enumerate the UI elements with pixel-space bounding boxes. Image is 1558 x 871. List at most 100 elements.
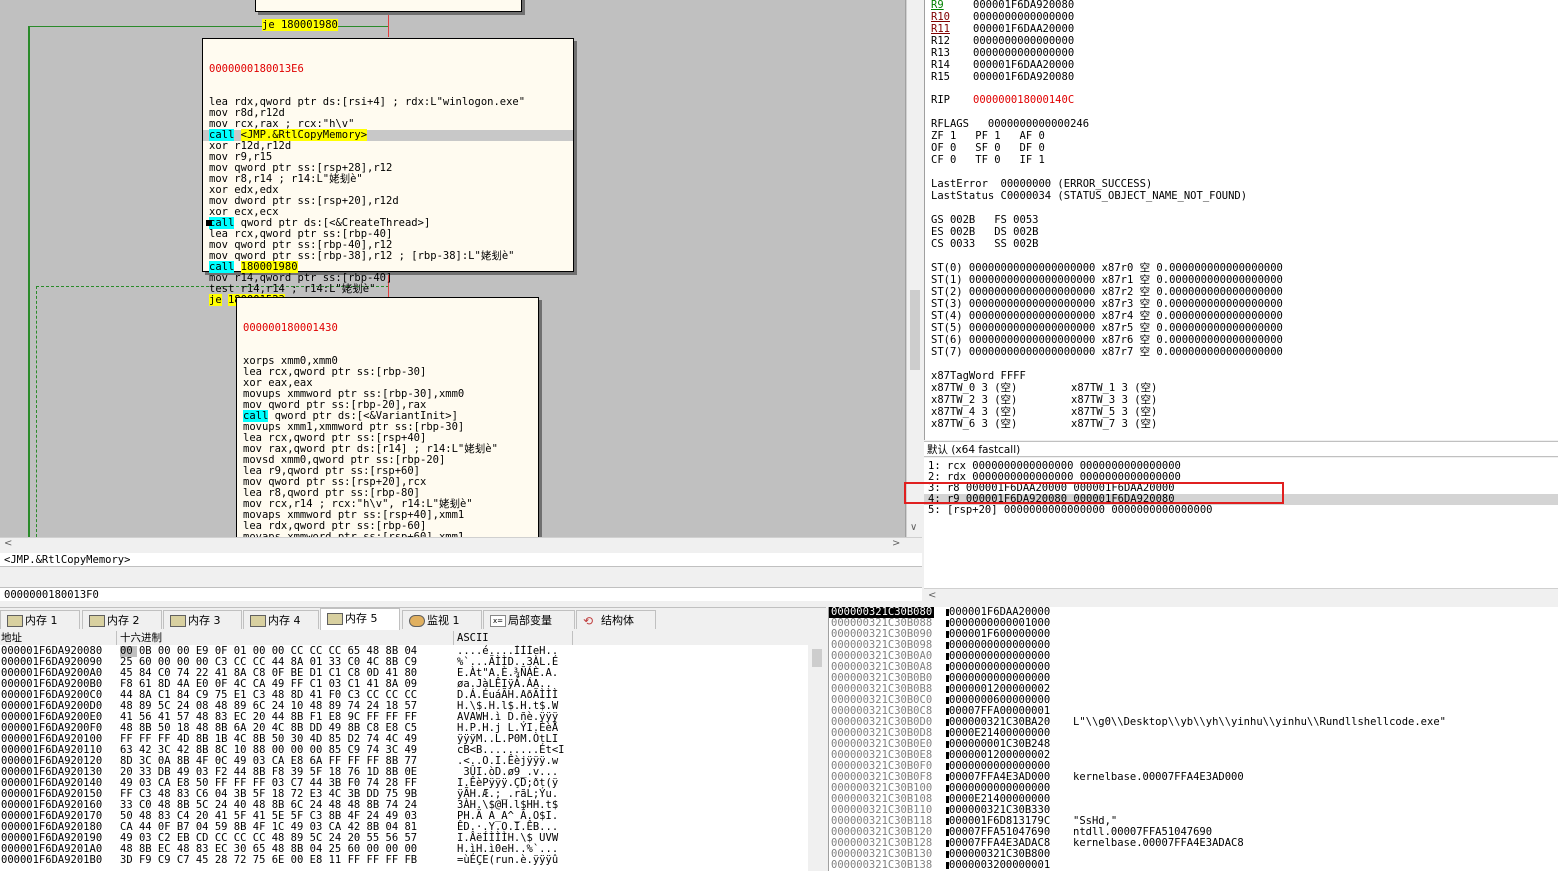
stack-row[interactable]: 000000321C30B0E0 000000001C30B248 bbox=[829, 739, 1558, 750]
stack-row[interactable]: 000000321C30B0B0 0000000000000000 bbox=[829, 673, 1558, 684]
stack-row[interactable]: 000000321C30B098 0000000000000000 bbox=[829, 640, 1558, 651]
code-block-top[interactable]: je 180001980 bbox=[255, 0, 522, 31]
register-r11[interactable]: R11 000001F6DAA20000 bbox=[931, 23, 1074, 35]
register-value[interactable]: 0000000000000000 bbox=[973, 47, 1074, 59]
x87-tag[interactable]: x87TW_7 3 (空) bbox=[1071, 418, 1157, 430]
registers-pane[interactable]: R9 000001F6DA920080 R10 0000000000000000 R11… bbox=[924, 0, 1558, 440]
x87-tagword[interactable]: x87TagWord FFFF bbox=[931, 370, 1026, 382]
register-r9[interactable]: R9 000001F6DA920080 bbox=[931, 0, 1074, 11]
memory-icon bbox=[89, 615, 105, 627]
column-divider[interactable] bbox=[116, 631, 117, 645]
stack-row[interactable]: 000000321C30B0C0 0000000600000000 bbox=[829, 695, 1558, 706]
register-value[interactable]: 000001F6DA920080 bbox=[973, 0, 1074, 11]
dump-address: 000001F6DA9201B0 bbox=[1, 854, 103, 866]
code-block-1[interactable]: 0000000180013E6 lea rdx,qword ptr ds:[rs… bbox=[202, 38, 574, 306]
tab-4[interactable]: 内存 4 bbox=[243, 610, 319, 629]
register-value[interactable]: 000001F6DA920080 bbox=[973, 71, 1074, 83]
column-divider[interactable] bbox=[572, 631, 573, 645]
scroll-down-icon[interactable]: ∨ bbox=[910, 522, 917, 533]
x87-tag[interactable]: x87TW_0 3 (空) bbox=[931, 382, 1017, 394]
register-value[interactable]: 0000000000000000 bbox=[973, 35, 1074, 47]
args-horizontal-scrollbar[interactable]: < bbox=[924, 588, 1558, 604]
dump-hex-bytes[interactable]: 3D F9 C9 C7 45 28 72 75 6E 00 E8 11 FF F… bbox=[120, 855, 417, 866]
register-r10[interactable]: R10 0000000000000000 bbox=[931, 11, 1074, 23]
stack-row[interactable]: 000000321C30B110 000000321C30B330 bbox=[829, 805, 1558, 816]
register-value[interactable]: 000001F6DAA20000 bbox=[973, 23, 1074, 35]
rflags-register[interactable]: RFLAGS 0000000000000246 bbox=[931, 118, 1089, 130]
tab-7[interactable]: x= 局部变量 bbox=[483, 610, 575, 629]
calling-convention-label[interactable]: 默认 (x64 fastcall) bbox=[924, 441, 1558, 457]
fpu-register-st3[interactable]: ST(3) 00000000000000000000 x87r3 空 0.000… bbox=[931, 298, 1283, 310]
stack-row[interactable]: 000000321C30B090 000001F600000000 bbox=[829, 629, 1558, 640]
fpu-register-st6[interactable]: ST(6) 00000000000000000000 x87r6 空 0.000… bbox=[931, 334, 1283, 346]
breakpoint-icon[interactable] bbox=[206, 220, 212, 226]
register-r14[interactable]: R14 000001F6DAA20000 bbox=[931, 59, 1074, 71]
scroll-left-icon[interactable]: < bbox=[928, 590, 936, 601]
register-r12[interactable]: R12 0000000000000000 bbox=[931, 35, 1074, 47]
register-rip[interactable]: RIP 000000018000140C bbox=[931, 94, 1074, 106]
graph-horizontal-scrollbar[interactable]: < > bbox=[0, 537, 922, 552]
column-divider[interactable] bbox=[453, 631, 454, 645]
fpu-register-st2[interactable]: ST(2) 00000000000000000000 x87r2 空 0.000… bbox=[931, 286, 1283, 298]
graph-vertical-scrollbar[interactable]: ∨ bbox=[906, 0, 923, 537]
tab-8[interactable]: ⟲ 结构体 bbox=[576, 610, 656, 629]
stack-row[interactable]: 000000321C30B100 0000000000000000 bbox=[829, 783, 1558, 794]
x87-tag[interactable]: x87TW_6 3 (空) bbox=[931, 418, 1017, 430]
register-value[interactable]: 000001F6DAA20000 bbox=[973, 59, 1074, 71]
tab-5[interactable]: 内存 5 bbox=[320, 608, 400, 630]
x87-tag[interactable]: x87TW_4 3 (空) bbox=[931, 406, 1017, 418]
stack-row[interactable]: 000000321C30B108 0000E21400000000 bbox=[829, 794, 1558, 805]
stack-row[interactable]: 000000321C30B138 0000003200000001 bbox=[829, 860, 1558, 871]
register-value[interactable]: 0000000000000000 bbox=[973, 11, 1074, 23]
x87-tag[interactable]: x87TW_3 3 (空) bbox=[1071, 394, 1157, 406]
stack-value[interactable]: 0000003200000001 bbox=[949, 860, 1050, 871]
flags-row[interactable]: OF 0 SF 0 DF 0 bbox=[931, 142, 1045, 154]
stack-row[interactable]: 000000321C30B130 000000321C30B800 bbox=[829, 849, 1558, 860]
stack-row[interactable]: 000000321C30B0D8 0000E21400000000 bbox=[829, 728, 1558, 739]
last-status[interactable]: LastStatus C0000034 (STATUS_OBJECT_NAME_… bbox=[931, 190, 1247, 202]
segment-registers-row[interactable]: ES 002B DS 002B bbox=[931, 226, 1038, 238]
tab-1[interactable]: 内存 1 bbox=[0, 610, 80, 629]
stack-row[interactable]: 000000321C30B080 000001F6DAA20000 bbox=[829, 607, 1558, 618]
fpu-register-st0[interactable]: ST(0) 00000000000000000000 x87r0 空 0.000… bbox=[931, 262, 1283, 274]
last-error[interactable]: LastError 00000000 (ERROR_SUCCESS) bbox=[931, 178, 1152, 190]
flags-row[interactable]: ZF 1 PF 1 AF 0 bbox=[931, 130, 1045, 142]
tab-3[interactable]: 内存 3 bbox=[163, 610, 242, 629]
stack-row[interactable]: 000000321C30B0A0 0000000000000000 bbox=[829, 651, 1558, 662]
scroll-left-icon[interactable]: < bbox=[4, 538, 12, 549]
graph-view[interactable]: je 180001980 0000000180013E6 lea rdx,qwo… bbox=[0, 0, 906, 537]
scroll-right-icon[interactable]: > bbox=[892, 538, 900, 549]
stack-row[interactable]: 000000321C30B128 00007FFA4E3ADAC8 kernelba… bbox=[829, 838, 1558, 849]
call-arg-row[interactable]: 5: [rsp+20] 0000000000000000 00000000000… bbox=[928, 505, 1212, 516]
dump-ascii[interactable]: =ùÉÇE(run.è.ÿÿÿû bbox=[457, 855, 558, 866]
dump-vertical-scrollbar[interactable] bbox=[808, 645, 826, 871]
x87-tag[interactable]: x87TW_1 3 (空) bbox=[1071, 382, 1157, 394]
stack-row[interactable]: 000000321C30B0A8 0000000000000000 bbox=[829, 662, 1558, 673]
memory-dump[interactable]: 000001F6DA920080 00 0B 00 00 E9 0F 01 00 … bbox=[0, 645, 826, 871]
stack-row[interactable]: 000000321C30B088 0000000000001000 bbox=[829, 618, 1558, 629]
dump-row[interactable]: 000001F6DA9201B0 3D F9 C9 C7 45 28 72 75 … bbox=[0, 855, 826, 866]
x87-tag[interactable]: x87TW_2 3 (空) bbox=[931, 394, 1017, 406]
register-r15[interactable]: R15 000001F6DA920080 bbox=[931, 71, 1074, 83]
call-args-pane[interactable]: 1: rcx 0000000000000000 0000000000000000… bbox=[924, 458, 1558, 588]
stack-row[interactable]: 000000321C30B0B8 0000001200000002 bbox=[829, 684, 1558, 695]
scroll-thumb[interactable] bbox=[812, 649, 822, 667]
scroll-thumb[interactable] bbox=[910, 290, 920, 370]
stack-row[interactable]: 000000321C30B0E8 0000001200000002 bbox=[829, 750, 1558, 761]
segment-registers-row[interactable]: GS 002B FS 0053 bbox=[931, 214, 1038, 226]
code-block-2[interactable]: 000000180001430 xorps xmm0,xmm0 lea rcx,q… bbox=[236, 297, 539, 537]
segment-registers-row[interactable]: CS 0033 SS 002B bbox=[931, 238, 1038, 250]
flags-row[interactable]: CF 0 TF 0 IF 1 bbox=[931, 154, 1045, 166]
fpu-register-st1[interactable]: ST(1) 00000000000000000000 x87r1 空 0.000… bbox=[931, 274, 1283, 286]
tab-6[interactable]: 监视 1 bbox=[402, 610, 482, 629]
stack-view[interactable]: 000000321C30B080 000001F6DAA20000 00000032… bbox=[828, 607, 1558, 871]
fpu-register-st5[interactable]: ST(5) 00000000000000000000 x87r5 空 0.000… bbox=[931, 322, 1283, 334]
x87-tag[interactable]: x87TW_5 3 (空) bbox=[1071, 406, 1157, 418]
fpu-register-st7[interactable]: ST(7) 00000000000000000000 x87r7 空 0.000… bbox=[931, 346, 1283, 358]
stack-row[interactable]: 000000321C30B0D0 000000321C30BA20 L"\\g0\\… bbox=[829, 717, 1558, 728]
fpu-register-st4[interactable]: ST(4) 00000000000000000000 x87r4 空 0.000… bbox=[931, 310, 1283, 322]
register-r13[interactable]: R13 0000000000000000 bbox=[931, 47, 1074, 59]
tab-2[interactable]: 内存 2 bbox=[82, 610, 162, 629]
register-value[interactable]: 000000018000140C bbox=[973, 94, 1074, 106]
stack-row[interactable]: 000000321C30B0F8 00007FFA4E3AD000 kernelba… bbox=[829, 772, 1558, 783]
